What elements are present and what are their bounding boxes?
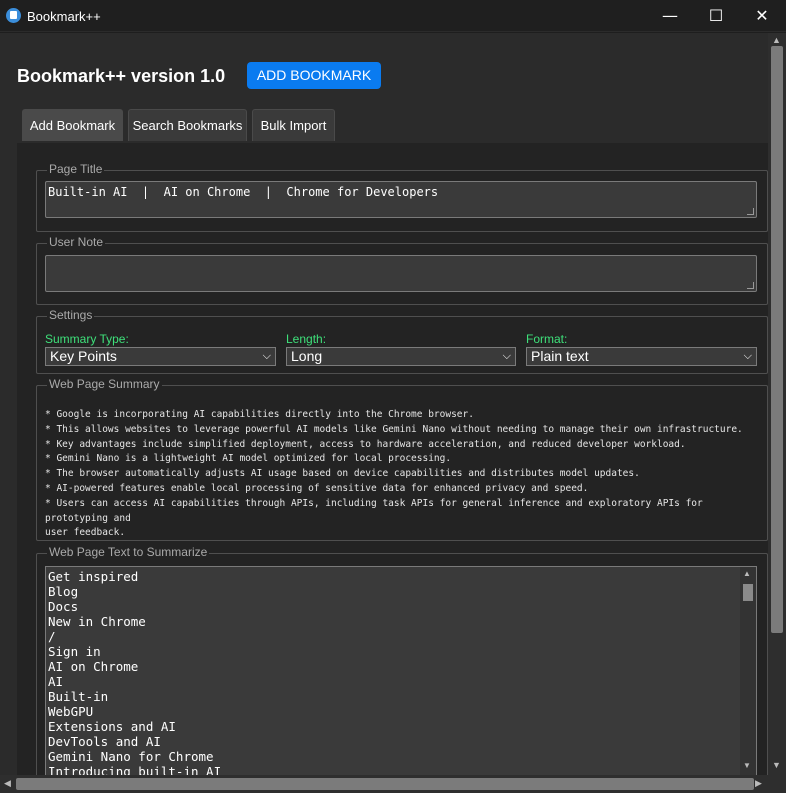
scrollbar-corner bbox=[768, 775, 786, 793]
window-horizontal-scrollbar[interactable]: ◀ ▶ bbox=[0, 775, 768, 793]
format-select[interactable]: Plain text ⌵ bbox=[526, 347, 757, 366]
page-title-value: Built-in AI | AI on Chrome | Chrome for … bbox=[48, 185, 439, 199]
scroll-up-icon[interactable]: ▲ bbox=[743, 569, 751, 578]
list-item: AI bbox=[48, 674, 64, 689]
list-item: AI on Chrome bbox=[48, 659, 139, 674]
scroll-down-icon[interactable]: ▼ bbox=[743, 761, 751, 770]
tab-bulk-import[interactable]: Bulk Import bbox=[252, 109, 335, 141]
settings-legend: Settings bbox=[47, 308, 95, 322]
list-item: New in Chrome bbox=[48, 614, 146, 629]
title-bar: Bookmark++ — ☐ ✕ bbox=[0, 0, 786, 32]
summary-type-label: Summary Type: bbox=[45, 332, 129, 346]
app-icon bbox=[6, 8, 21, 23]
scroll-right-icon[interactable]: ▶ bbox=[755, 778, 762, 789]
summary-legend: Web Page Summary bbox=[47, 377, 162, 391]
summary-line: * The browser automatically adjusts AI u… bbox=[45, 468, 640, 480]
list-item: WebGPU bbox=[48, 704, 94, 719]
maximize-button[interactable]: ☐ bbox=[693, 0, 739, 32]
list-item: Get inspired bbox=[48, 569, 139, 584]
close-icon: ✕ bbox=[755, 6, 769, 25]
chevron-down-icon: ⌵ bbox=[743, 350, 752, 362]
tab-add-bookmark[interactable]: Add Bookmark bbox=[22, 109, 123, 141]
summary-type-value: Key Points bbox=[50, 348, 117, 364]
format-value: Plain text bbox=[531, 348, 589, 364]
summary-line: user feedback. bbox=[45, 527, 126, 539]
scroll-down-icon[interactable]: ▼ bbox=[772, 760, 781, 770]
scroll-up-icon[interactable]: ▲ bbox=[772, 35, 781, 45]
app-heading: Bookmark++ version 1.0 bbox=[17, 66, 226, 86]
add-bookmark-button[interactable]: ADD BOOKMARK bbox=[247, 62, 381, 89]
length-value: Long bbox=[291, 348, 323, 364]
close-button[interactable]: ✕ bbox=[739, 0, 785, 32]
scrollbar-thumb[interactable] bbox=[743, 584, 753, 601]
summary-line: * This allows websites to leverage power… bbox=[45, 423, 743, 435]
page-text-field[interactable]: Get inspired Blog Docs New in Chrome / S… bbox=[45, 566, 757, 776]
format-label: Format: bbox=[526, 332, 568, 346]
window-title: Bookmark++ bbox=[27, 9, 101, 24]
length-label: Length: bbox=[286, 332, 327, 346]
resize-grip-icon[interactable] bbox=[747, 208, 754, 215]
page-text-legend: Web Page Text to Summarize bbox=[47, 545, 210, 559]
scroll-left-icon[interactable]: ◀ bbox=[4, 778, 11, 789]
summary-text: * Google is incorporating AI capabilitie… bbox=[45, 408, 757, 541]
summary-type-select[interactable]: Key Points ⌵ bbox=[45, 347, 276, 366]
summary-line: * Key advantages include simplified depl… bbox=[45, 438, 686, 450]
list-item: Blog bbox=[48, 584, 79, 599]
list-item: Gemini Nano for Chrome bbox=[48, 749, 214, 764]
window-vertical-scrollbar[interactable]: ▲ ▼ bbox=[768, 33, 786, 775]
list-item: Built-in bbox=[48, 689, 109, 704]
scrollbar-thumb[interactable] bbox=[771, 46, 783, 633]
summary-line: * Users can access AI capabilities throu… bbox=[45, 497, 709, 524]
list-item: DevTools and AI bbox=[48, 734, 161, 749]
chevron-down-icon: ⌵ bbox=[502, 350, 511, 362]
maximize-icon: ☐ bbox=[708, 6, 724, 25]
page-title-field[interactable]: Built-in AI | AI on Chrome | Chrome for … bbox=[45, 181, 757, 218]
user-note-legend: User Note bbox=[47, 235, 106, 249]
user-note-field[interactable] bbox=[45, 255, 757, 292]
minimize-button[interactable]: — bbox=[647, 0, 693, 32]
chevron-down-icon: ⌵ bbox=[262, 350, 271, 362]
scrollbar-thumb[interactable] bbox=[16, 778, 754, 790]
summary-line: * AI-powered features enable local proce… bbox=[45, 482, 589, 494]
resize-grip-icon[interactable] bbox=[747, 282, 754, 289]
summary-line: * Gemini Nano is a lightweight AI model … bbox=[45, 453, 452, 465]
list-item: Sign in bbox=[48, 644, 101, 659]
length-select[interactable]: Long ⌵ bbox=[286, 347, 516, 366]
tab-search-bookmarks[interactable]: Search Bookmarks bbox=[128, 109, 247, 141]
page-title-legend: Page Title bbox=[47, 162, 105, 176]
list-item: / bbox=[48, 629, 56, 644]
page-text-scrollbar[interactable]: ▲ ▼ bbox=[740, 567, 756, 775]
summary-line: * Google is incorporating AI capabilitie… bbox=[45, 409, 474, 420]
list-item: Docs bbox=[48, 599, 79, 614]
minimize-icon: — bbox=[662, 6, 678, 25]
list-item: Extensions and AI bbox=[48, 719, 176, 734]
page-text-lines: Get inspired Blog Docs New in Chrome / S… bbox=[48, 569, 221, 775]
